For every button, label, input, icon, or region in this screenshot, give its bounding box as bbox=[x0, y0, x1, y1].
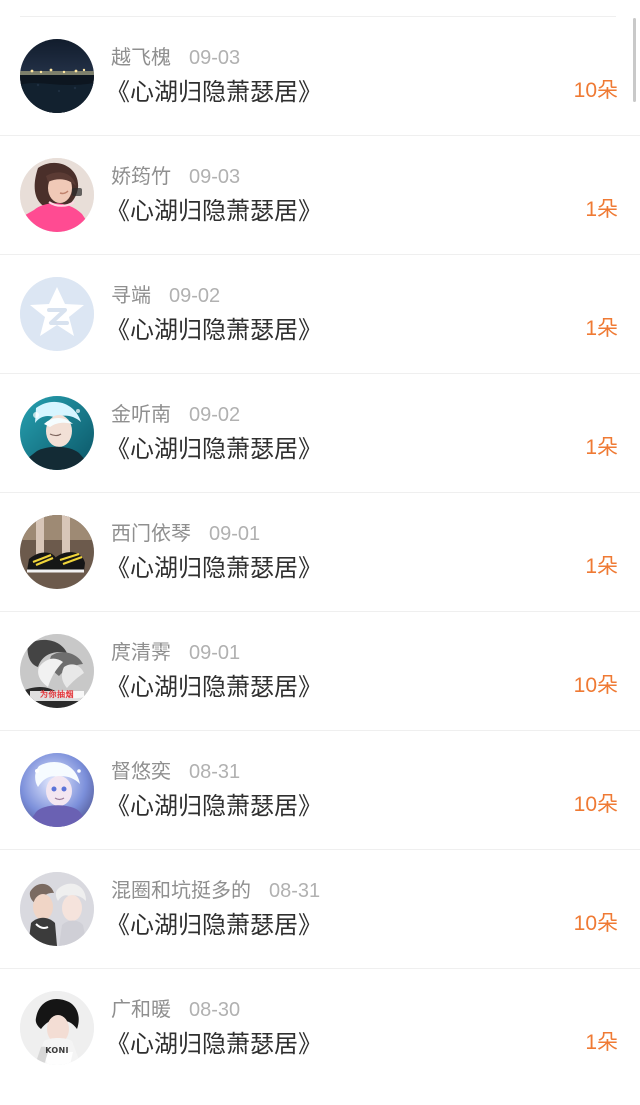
short-hair-avatar[interactable]: KONI bbox=[20, 991, 94, 1065]
list-meta: 寻端 09-02 bbox=[111, 284, 220, 308]
list-item[interactable]: KONI 广和暖 08-30 《心湖归隐萧瑟居》 1朵 bbox=[0, 969, 640, 1088]
list-meta: 娇筠竹 09-03 bbox=[111, 165, 240, 189]
book-title[interactable]: 《心湖归隐萧瑟居》 bbox=[106, 911, 322, 941]
list-meta: 庹清霁 09-01 bbox=[111, 641, 240, 665]
list-item[interactable]: 混圈和坑挺多的 08-31 《心湖归隐萧瑟居》 10朵 bbox=[0, 850, 640, 969]
user-name[interactable]: 庹清霁 bbox=[111, 642, 171, 664]
flower-count: 1朵 bbox=[585, 436, 618, 459]
list-meta: 广和暖 08-30 bbox=[111, 998, 240, 1022]
flower-count: 1朵 bbox=[585, 555, 618, 578]
flower-count: 1朵 bbox=[585, 317, 618, 340]
date-label: 09-02 bbox=[189, 404, 241, 426]
anime-blue-avatar[interactable] bbox=[20, 753, 94, 827]
book-title[interactable]: 《心湖归隐萧瑟居》 bbox=[106, 316, 322, 346]
anime-boy-avatar[interactable] bbox=[20, 396, 94, 470]
flower-count: 10朵 bbox=[573, 79, 618, 102]
book-title[interactable]: 《心湖归隐萧瑟居》 bbox=[106, 673, 322, 703]
list-item[interactable]: 寻端 09-02 《心湖归隐萧瑟居》 1朵 bbox=[0, 255, 640, 374]
list-item[interactable]: 督悠奕 08-31 《心湖归隐萧瑟居》 10朵 bbox=[0, 731, 640, 850]
list-item[interactable]: 西门依琴 09-01 《心湖归隐萧瑟居》 1朵 bbox=[0, 493, 640, 612]
book-title[interactable]: 《心湖归隐萧瑟居》 bbox=[106, 78, 322, 108]
list-meta: 金听南 09-02 bbox=[111, 403, 240, 427]
list-meta: 督悠奕 08-31 bbox=[111, 760, 240, 784]
list-item[interactable]: 为你抽烟 庹清霁 09-01 《心湖归隐萧瑟居》 10朵 bbox=[0, 612, 640, 731]
user-name[interactable]: 广和暖 bbox=[111, 999, 171, 1021]
list-item[interactable]: 越飞槐 09-03 《心湖归隐萧瑟居》 10朵 bbox=[0, 17, 640, 136]
girl-pink-avatar[interactable] bbox=[20, 158, 94, 232]
gift-list: 越飞槐 09-03 《心湖归隐萧瑟居》 10朵 娇筠竹 09-03 《心湖归隐萧… bbox=[0, 17, 640, 1088]
user-name[interactable]: 西门依琴 bbox=[111, 523, 191, 545]
list-meta: 越飞槐 09-03 bbox=[111, 46, 240, 70]
avatar-caption: 为你抽烟 bbox=[40, 690, 74, 699]
date-label: 09-03 bbox=[189, 47, 241, 69]
date-label: 08-31 bbox=[269, 880, 321, 902]
user-name[interactable]: 寻端 bbox=[111, 285, 151, 307]
date-label: 08-30 bbox=[189, 999, 241, 1021]
date-label: 09-01 bbox=[189, 642, 241, 664]
user-name[interactable]: 金听南 bbox=[111, 404, 171, 426]
flower-count: 10朵 bbox=[573, 912, 618, 935]
night-city-avatar[interactable] bbox=[20, 39, 94, 113]
book-title[interactable]: 《心湖归隐萧瑟居》 bbox=[106, 1030, 322, 1060]
date-label: 09-02 bbox=[169, 285, 221, 307]
flower-count: 1朵 bbox=[585, 1031, 618, 1054]
list-item[interactable]: 金听南 09-02 《心湖归隐萧瑟居》 1朵 bbox=[0, 374, 640, 493]
list-meta: 混圈和坑挺多的 08-31 bbox=[111, 879, 320, 903]
user-name[interactable]: 越飞槐 bbox=[111, 47, 171, 69]
date-label: 09-01 bbox=[209, 523, 261, 545]
monochrome-couple-avatar[interactable]: 为你抽烟 bbox=[20, 634, 94, 708]
list-item[interactable]: 娇筠竹 09-03 《心湖归隐萧瑟居》 1朵 bbox=[0, 136, 640, 255]
user-name[interactable]: 娇筠竹 bbox=[111, 166, 171, 188]
user-name[interactable]: 督悠奕 bbox=[111, 761, 171, 783]
default-star-avatar[interactable] bbox=[20, 277, 94, 351]
game-couple-avatar[interactable] bbox=[20, 872, 94, 946]
avatar-caption: KONI bbox=[45, 1046, 69, 1055]
sneakers-avatar[interactable] bbox=[20, 515, 94, 589]
gift-record-page: 越飞槐 09-03 《心湖归隐萧瑟居》 10朵 娇筠竹 09-03 《心湖归隐萧… bbox=[0, 0, 640, 1105]
flower-count: 1朵 bbox=[585, 198, 618, 221]
book-title[interactable]: 《心湖归隐萧瑟居》 bbox=[106, 197, 322, 227]
flower-count: 10朵 bbox=[573, 674, 618, 697]
flower-count: 10朵 bbox=[573, 793, 618, 816]
book-title[interactable]: 《心湖归隐萧瑟居》 bbox=[106, 792, 322, 822]
book-title[interactable]: 《心湖归隐萧瑟居》 bbox=[106, 554, 322, 584]
list-meta: 西门依琴 09-01 bbox=[111, 522, 260, 546]
book-title[interactable]: 《心湖归隐萧瑟居》 bbox=[106, 435, 322, 465]
user-name[interactable]: 混圈和坑挺多的 bbox=[111, 880, 251, 902]
date-label: 08-31 bbox=[189, 761, 241, 783]
date-label: 09-03 bbox=[189, 166, 241, 188]
